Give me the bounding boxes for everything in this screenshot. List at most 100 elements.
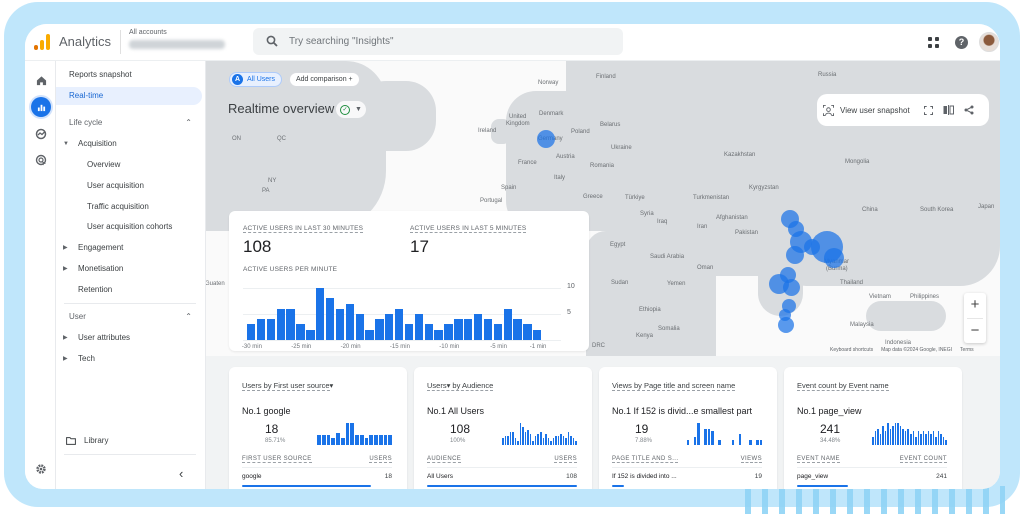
nav-engagement[interactable]: ▶ Engagement — [56, 239, 202, 257]
nav-tech[interactable]: ▶ Tech — [56, 350, 202, 368]
column-header-dimension[interactable]: EVENT NAME — [797, 456, 840, 463]
nav-realtime[interactable]: Real-time — [56, 87, 202, 105]
chart-bar[interactable] — [276, 308, 285, 340]
chart-bar[interactable] — [483, 319, 493, 340]
chart-bar[interactable] — [464, 319, 473, 340]
analytics-logo-icon[interactable] — [34, 34, 50, 50]
add-comparison-button[interactable]: Add comparison + — [289, 72, 360, 87]
chart-bar[interactable] — [286, 308, 295, 340]
nav-user-acquisition-cohorts[interactable]: User acquisition cohorts — [56, 218, 202, 236]
nav-acquisition[interactable]: ▼ Acquisition — [56, 135, 202, 153]
card-title[interactable]: Views by Page title and screen name — [612, 381, 736, 391]
map-label: PA — [262, 188, 270, 194]
nav-label: Engagement — [78, 243, 124, 252]
map-bubble[interactable] — [778, 317, 794, 333]
chart-bar[interactable] — [395, 308, 404, 340]
map-label: Türkiye — [625, 195, 645, 201]
chart-bar[interactable] — [335, 308, 345, 340]
home-icon[interactable] — [32, 71, 50, 89]
column-header-dimension[interactable]: AUDIENCE — [427, 456, 462, 463]
table-row-label[interactable]: If 152 is divided into ... — [612, 473, 677, 480]
chart-bar[interactable] — [454, 319, 463, 340]
status-dropdown[interactable]: ✓ ▼ — [336, 101, 366, 118]
chart-bar[interactable] — [424, 324, 433, 340]
column-header-dimension[interactable]: FIRST USER SOURCE — [242, 456, 312, 463]
chart-bar[interactable] — [325, 298, 335, 340]
card-title[interactable]: Event count by Event name — [797, 381, 889, 391]
comparison-chip-all-users[interactable]: A All Users — [229, 72, 283, 87]
nav-user-acquisition[interactable]: User acquisition — [56, 177, 202, 195]
chart-bar[interactable] — [533, 329, 542, 340]
nav-user-attributes[interactable]: ▶ User attributes — [56, 329, 202, 347]
account-selector[interactable] — [129, 40, 225, 49]
column-header-metric[interactable]: USERS — [369, 456, 392, 463]
chart-bar[interactable] — [434, 329, 443, 340]
y-tick-label: 5 — [567, 309, 571, 316]
fullscreen-icon[interactable] — [923, 105, 933, 115]
nav-monetisation[interactable]: ▶ Monetisation — [56, 260, 202, 278]
map-bubble[interactable] — [824, 248, 844, 268]
chart-bar[interactable] — [503, 308, 512, 340]
chart-bar[interactable] — [414, 314, 424, 340]
advertising-icon[interactable] — [32, 151, 50, 169]
map-bubble[interactable] — [783, 279, 800, 296]
chart-bar[interactable] — [385, 314, 394, 340]
chart-bar[interactable] — [256, 319, 266, 340]
table-row-label[interactable]: All Users — [427, 473, 453, 480]
chart-bar[interactable] — [247, 324, 256, 340]
nav-traffic-acquisition[interactable]: Traffic acquisition — [56, 198, 202, 216]
explore-icon[interactable] — [32, 125, 50, 143]
zoom-in-button[interactable]: + — [964, 293, 986, 318]
chart-bar[interactable] — [493, 324, 503, 340]
compare-icon[interactable] — [943, 105, 954, 115]
map-bubble-uk[interactable] — [537, 130, 555, 148]
share-icon[interactable] — [964, 105, 974, 115]
column-header-metric[interactable]: USERS — [554, 456, 577, 463]
nav-library[interactable]: Library — [56, 432, 202, 450]
chart-bar[interactable] — [444, 324, 453, 340]
view-user-snapshot-button[interactable]: View user snapshot — [840, 106, 910, 115]
chart-bar[interactable] — [296, 324, 305, 340]
nav-section-lifecycle[interactable]: Life cycle ⌃ — [56, 114, 202, 132]
terms-link[interactable]: Terms — [960, 347, 974, 353]
chart-bar[interactable] — [513, 319, 522, 340]
sparkline-bar — [942, 436, 945, 445]
active-users-30min-label[interactable]: ACTIVE USERS IN LAST 30 MINUTES — [243, 225, 364, 233]
help-icon[interactable]: ? — [955, 36, 968, 49]
chart-bar[interactable] — [473, 314, 483, 340]
table-row-label[interactable]: google — [242, 473, 262, 480]
chart-bar[interactable] — [523, 324, 532, 340]
gear-icon[interactable] — [32, 460, 50, 478]
sparkline-bar — [907, 428, 909, 445]
chart-bar[interactable] — [306, 329, 315, 340]
search-input[interactable]: Try searching "Insights" — [253, 28, 623, 55]
avatar[interactable] — [979, 32, 999, 52]
x-tick-label: -1 min — [529, 344, 547, 350]
reports-icon[interactable] — [31, 97, 51, 117]
column-header-dimension[interactable]: PAGE TITLE AND S... — [612, 456, 679, 463]
chart-bar[interactable] — [365, 329, 374, 340]
nav-retention[interactable]: Retention — [56, 281, 202, 299]
chart-bar[interactable] — [355, 314, 364, 340]
table-row-label[interactable]: page_view — [797, 473, 828, 480]
chart-bar[interactable] — [404, 324, 414, 340]
apps-grid-icon[interactable] — [928, 37, 939, 48]
chart-bar[interactable] — [316, 288, 325, 340]
collapse-nav-chevron-icon[interactable]: ‹ — [179, 466, 183, 481]
keyboard-shortcuts-link[interactable]: Keyboard shortcuts — [830, 347, 873, 353]
nav-section-user[interactable]: User ⌃ — [56, 308, 202, 326]
active-users-5min-label[interactable]: ACTIVE USERS IN LAST 5 MINUTES — [410, 225, 527, 233]
chart-bar[interactable] — [375, 319, 384, 340]
card-title[interactable]: Users▾ by Audience — [427, 381, 494, 391]
card-title[interactable]: Users by First user source▾ — [242, 381, 333, 391]
zoom-out-button[interactable]: − — [964, 319, 986, 344]
map-toolbar: View user snapshot — [817, 94, 989, 126]
chart-bar[interactable] — [345, 303, 355, 340]
search-placeholder: Try searching "Insights" — [289, 36, 394, 47]
column-header-metric[interactable]: VIEWS — [740, 456, 762, 463]
map-bubble[interactable] — [786, 246, 804, 264]
nav-reports-snapshot[interactable]: Reports snapshot — [56, 66, 202, 84]
column-header-metric[interactable]: EVENT COUNT — [899, 456, 947, 463]
nav-acquisition-overview[interactable]: Overview — [56, 156, 202, 174]
chart-bar[interactable] — [266, 319, 276, 340]
